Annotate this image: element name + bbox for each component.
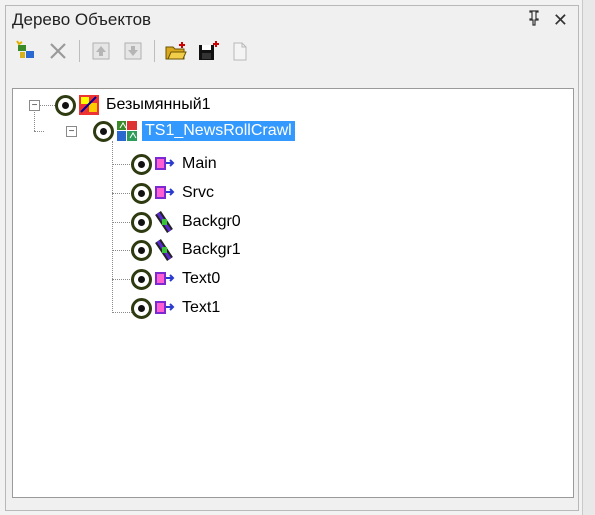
tree-node-label: Backgr1 bbox=[182, 241, 241, 258]
move-up-button[interactable] bbox=[87, 37, 115, 65]
save-button[interactable] bbox=[194, 37, 222, 65]
save-disk-icon bbox=[199, 41, 219, 60]
new-document-icon bbox=[233, 42, 247, 61]
tree-node-child[interactable]: Srvc bbox=[131, 182, 214, 204]
tree-node-child[interactable]: Backgr1 bbox=[131, 239, 241, 261]
visibility-eye-icon[interactable] bbox=[131, 239, 152, 261]
tree-node-label: TS1_NewsRollCrawl bbox=[142, 121, 295, 141]
tree-node-child[interactable]: Main bbox=[131, 153, 217, 175]
film-icon bbox=[155, 211, 173, 233]
tree-node-label: Text1 bbox=[182, 299, 221, 316]
film-icon bbox=[155, 239, 173, 261]
visibility-eye-icon[interactable] bbox=[55, 94, 76, 116]
tree-connector bbox=[112, 222, 132, 223]
tree-node-scene[interactable]: TS1_NewsRollCrawl bbox=[93, 120, 295, 142]
panel-title: Дерево Объектов bbox=[12, 10, 152, 29]
object-tree-panel: Дерево Объектов ✕ − Безымянный1 − TS1_Ne… bbox=[5, 5, 579, 511]
object-arrow-icon bbox=[155, 301, 175, 314]
arrow-down-icon bbox=[124, 42, 142, 60]
delete-button[interactable] bbox=[44, 37, 72, 65]
add-node-icon bbox=[16, 40, 34, 58]
tree-connector bbox=[112, 164, 132, 165]
collapse-toggle[interactable]: − bbox=[29, 100, 40, 111]
tree-node-label: Srvc bbox=[182, 184, 214, 201]
visibility-eye-icon[interactable] bbox=[93, 120, 114, 142]
open-button[interactable] bbox=[162, 37, 190, 65]
toolbar-separator bbox=[154, 40, 155, 62]
tree-node-root[interactable]: Безымянный1 bbox=[55, 94, 211, 116]
pin-icon[interactable] bbox=[527, 9, 541, 31]
tree-node-label: Безымянный1 bbox=[106, 96, 211, 113]
visibility-eye-icon[interactable] bbox=[131, 268, 152, 290]
tree-node-child[interactable]: Text0 bbox=[131, 268, 220, 290]
tree-connector bbox=[112, 250, 132, 251]
object-arrow-icon bbox=[155, 272, 175, 285]
visibility-eye-icon[interactable] bbox=[131, 211, 152, 233]
scene-icon bbox=[117, 121, 137, 141]
tree-node-label: Main bbox=[182, 155, 217, 172]
visibility-eye-icon[interactable] bbox=[131, 182, 152, 204]
arrow-up-icon bbox=[92, 42, 110, 60]
tree-connector bbox=[34, 131, 44, 132]
toolbar-separator bbox=[79, 40, 80, 62]
project-icon bbox=[79, 95, 99, 115]
tree-node-child[interactable]: Backgr0 bbox=[131, 211, 241, 233]
close-icon[interactable]: ✕ bbox=[553, 10, 568, 31]
tree-connector bbox=[39, 105, 55, 106]
panel-controls: ✕ bbox=[527, 10, 568, 31]
tree-node-child[interactable]: Text1 bbox=[131, 297, 220, 319]
visibility-eye-icon[interactable] bbox=[131, 153, 152, 175]
open-folder-icon bbox=[165, 42, 187, 60]
tree-node-label: Text0 bbox=[182, 270, 221, 287]
tree-connector bbox=[112, 312, 132, 313]
new-document-button[interactable] bbox=[226, 37, 254, 65]
toolbar bbox=[6, 34, 578, 68]
tree-node-label: Backgr0 bbox=[182, 213, 241, 230]
collapse-toggle[interactable]: − bbox=[66, 126, 77, 137]
move-down-button[interactable] bbox=[119, 37, 147, 65]
tree-connector bbox=[112, 279, 132, 280]
panel-titlebar: Дерево Объектов ✕ bbox=[6, 6, 578, 34]
tree-connector bbox=[112, 141, 113, 313]
tree-connector bbox=[112, 193, 132, 194]
visibility-eye-icon[interactable] bbox=[131, 297, 152, 319]
object-arrow-icon bbox=[155, 157, 175, 170]
delete-x-icon bbox=[50, 43, 66, 59]
object-arrow-icon bbox=[155, 186, 175, 199]
right-dock-edge bbox=[582, 0, 595, 515]
object-tree[interactable]: − Безымянный1 − TS1_NewsRollCrawl Main S… bbox=[12, 88, 574, 498]
add-object-button[interactable] bbox=[12, 37, 40, 65]
